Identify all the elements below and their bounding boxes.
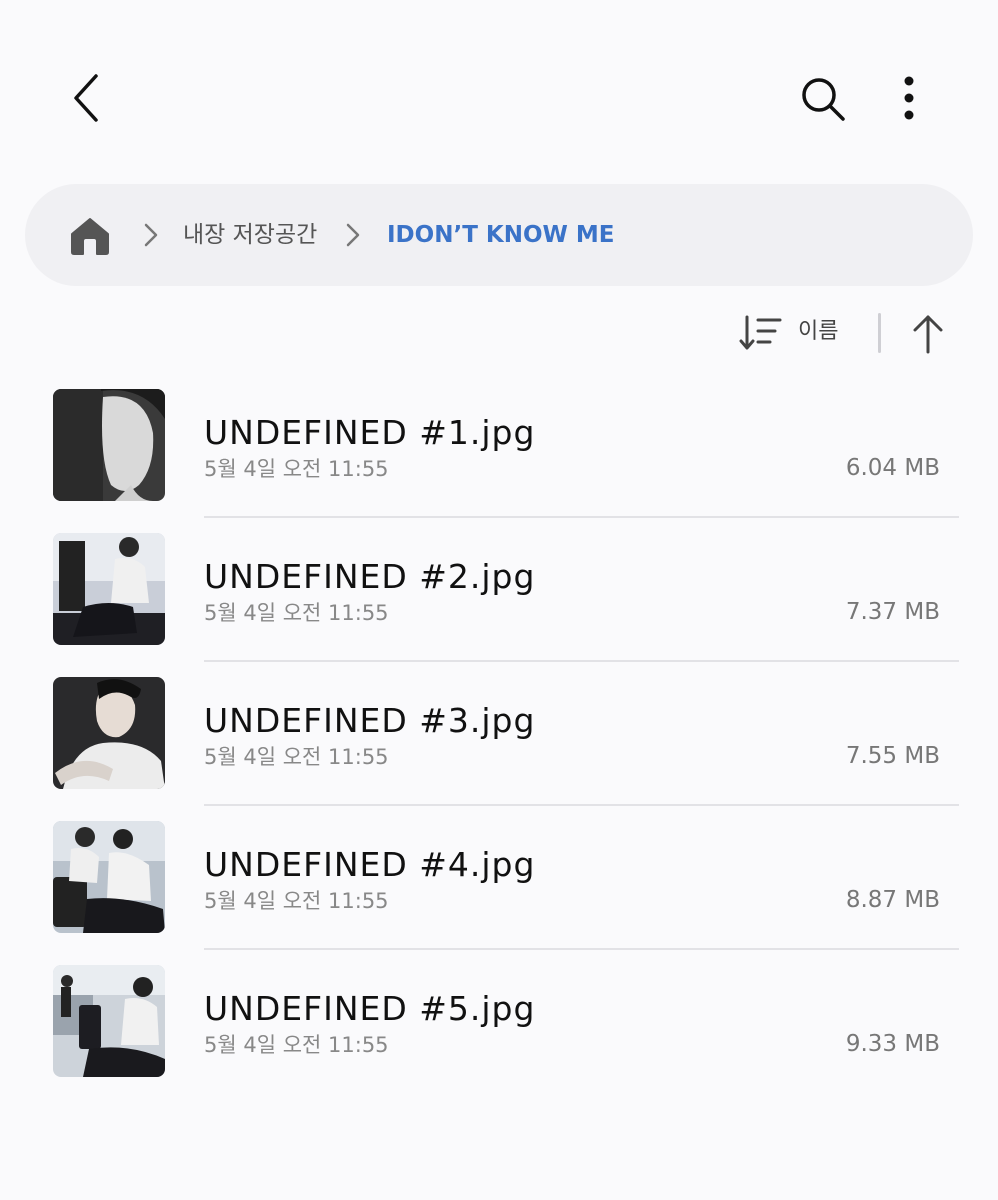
file-thumbnail [53, 965, 165, 1077]
search-icon [802, 78, 845, 121]
file-row[interactable]: UNDEFINED #5.jpg 5월 4일 오전 11:55 9.33 MB [0, 964, 998, 1108]
file-date: 5월 4일 오전 11:55 [204, 745, 389, 769]
home-icon [71, 218, 109, 255]
file-thumbnail [53, 533, 165, 645]
sort-bar: 이름 [0, 300, 998, 370]
file-name: UNDEFINED #3.jpg [204, 701, 536, 740]
file-row[interactable]: UNDEFINED #4.jpg 5월 4일 오전 11:55 8.87 MB [0, 820, 998, 964]
breadcrumb-home-button[interactable] [69, 214, 111, 256]
chevron-right-icon [346, 223, 360, 247]
file-name: UNDEFINED #4.jpg [204, 845, 536, 884]
file-row[interactable]: UNDEFINED #1.jpg 5월 4일 오전 11:55 6.04 MB [0, 388, 998, 532]
chevron-left-icon [74, 74, 98, 122]
divider [878, 313, 881, 353]
divider [204, 516, 959, 518]
file-size: 7.37 MB [845, 599, 940, 625]
divider [204, 948, 959, 950]
file-name: UNDEFINED #1.jpg [204, 413, 536, 452]
breadcrumb-item-internal-storage[interactable]: 내장 저장공간 [183, 218, 317, 252]
more-vertical-icon [904, 76, 914, 120]
file-thumbnail [53, 389, 165, 501]
file-name: UNDEFINED #5.jpg [204, 989, 536, 1028]
arrow-up-icon [913, 315, 943, 354]
back-button[interactable] [58, 66, 114, 130]
file-thumbnail [53, 677, 165, 789]
breadcrumb-item-current-folder[interactable]: IDON’T KNOW ME [387, 218, 614, 252]
file-thumbnail [53, 821, 165, 933]
chevron-right-icon [144, 223, 158, 247]
file-row[interactable]: UNDEFINED #3.jpg 5월 4일 오전 11:55 7.55 MB [0, 676, 998, 820]
file-size: 8.87 MB [845, 887, 940, 913]
sort-label[interactable]: 이름 [798, 314, 838, 350]
breadcrumb: 내장 저장공간 IDON’T KNOW ME [25, 184, 973, 286]
divider [204, 804, 959, 806]
file-name: UNDEFINED #2.jpg [204, 557, 536, 596]
sort-icon [739, 315, 782, 350]
file-date: 5월 4일 오전 11:55 [204, 457, 389, 481]
file-date: 5월 4일 오전 11:55 [204, 889, 389, 913]
sort-direction-button[interactable] [908, 312, 948, 356]
file-size: 7.55 MB [845, 743, 940, 769]
divider [204, 660, 959, 662]
top-app-bar [0, 0, 998, 190]
more-options-button[interactable] [884, 66, 934, 130]
sort-button[interactable] [738, 314, 784, 354]
file-size: 6.04 MB [845, 455, 940, 481]
file-row[interactable]: UNDEFINED #2.jpg 5월 4일 오전 11:55 7.37 MB [0, 532, 998, 676]
file-date: 5월 4일 오전 11:55 [204, 601, 389, 625]
search-button[interactable] [792, 70, 854, 128]
file-date: 5월 4일 오전 11:55 [204, 1033, 389, 1057]
file-size: 9.33 MB [845, 1031, 940, 1057]
